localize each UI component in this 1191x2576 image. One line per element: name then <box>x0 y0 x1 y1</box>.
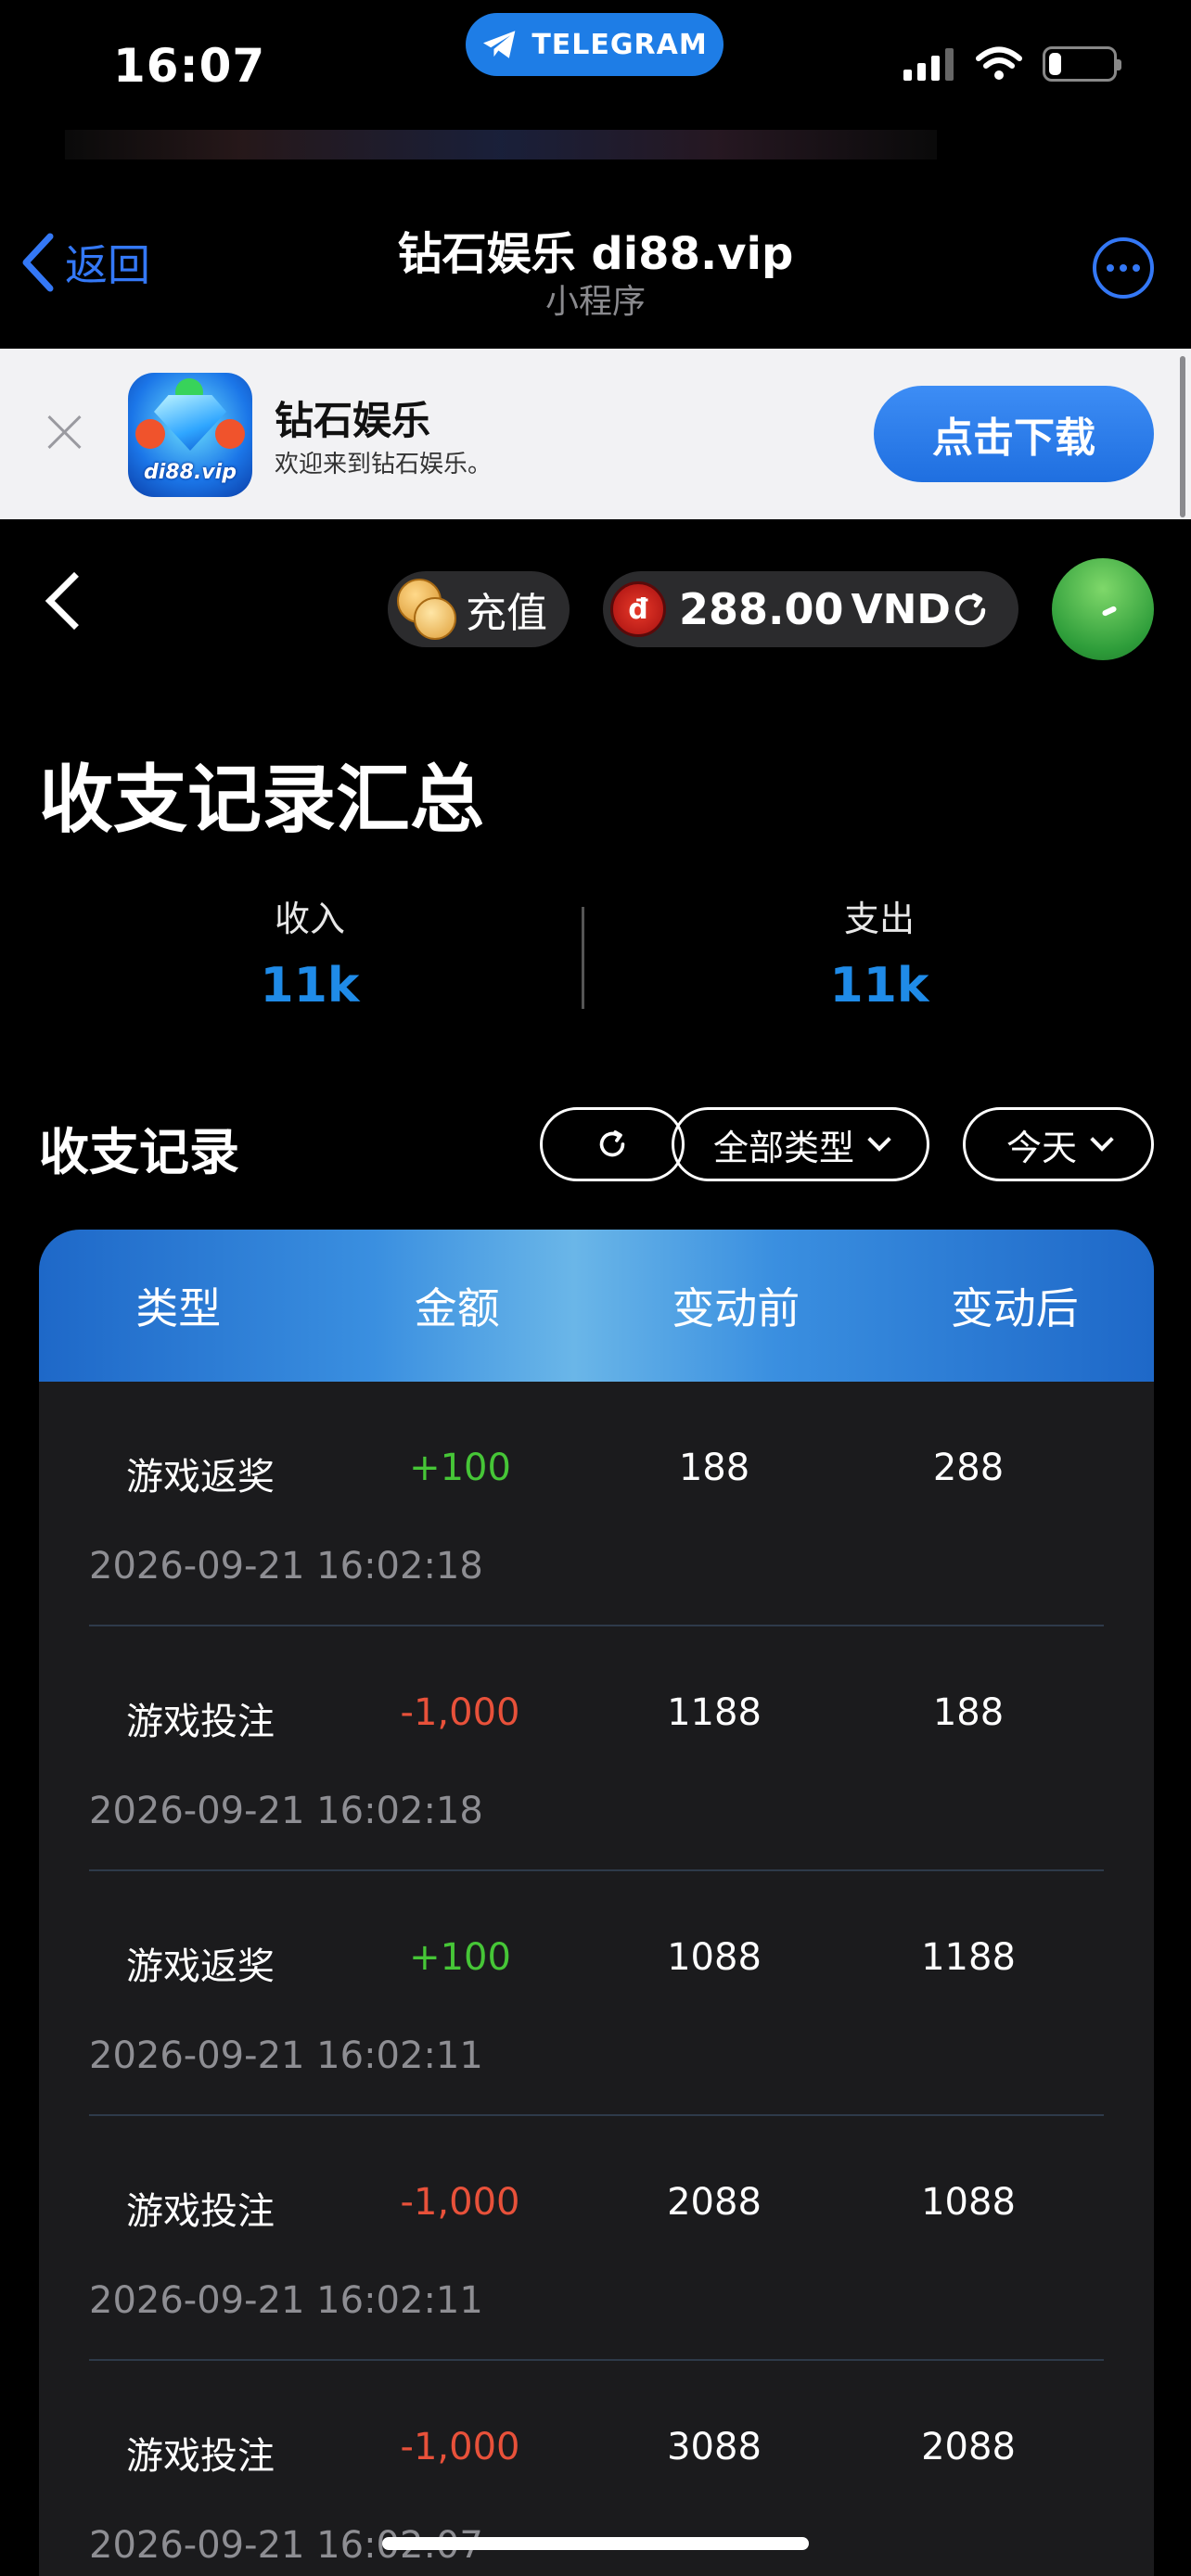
row-after: 2088 <box>921 2426 1016 2468</box>
row-amount: +100 <box>409 1936 511 1979</box>
records-table: 类型 金额 变动前 变动后 游戏返奖 +100 188 288 2026-09-21 1… <box>39 1230 1154 2576</box>
scrollbar <box>1180 356 1185 517</box>
row-amount: +100 <box>409 1447 511 1489</box>
summary-title: 收支记录汇总 <box>39 757 484 843</box>
column-header-before: 变动前 <box>672 1283 800 1333</box>
records-title: 收支记录 <box>39 1123 239 1181</box>
battery-icon <box>1043 46 1121 82</box>
app-logo-icon: di88.vip <box>128 373 252 497</box>
avatar[interactable] <box>1052 558 1154 660</box>
banner-app-name: 钻石娱乐 <box>275 398 431 443</box>
row-before: 2088 <box>667 2181 762 2224</box>
row-time: 2026-09-21 16:02:11 <box>89 2034 483 2077</box>
date-filter-dropdown[interactable]: 今天 <box>963 1107 1154 1181</box>
banner-description: 欢迎来到钻石娱乐。 <box>275 451 493 478</box>
refresh-balance-icon[interactable] <box>950 590 991 631</box>
type-filter-dropdown[interactable]: 全部类型 <box>672 1107 929 1181</box>
table-row[interactable]: 游戏返奖 +100 1088 1188 2026-09-21 16:02:11 <box>89 1871 1104 2116</box>
expense-label: 支出 <box>843 899 915 939</box>
telegram-label: TELEGRAM <box>531 28 708 61</box>
page-title-bar: 钻石娱乐 di88.vip <box>397 228 794 280</box>
chevron-down-icon <box>867 1128 891 1152</box>
expense-value: 11k <box>829 958 929 1014</box>
back-arrow-icon[interactable] <box>45 571 104 631</box>
app-header: 充值 đ 288.00 VND <box>0 519 1191 695</box>
row-amount: -1,000 <box>400 2181 520 2224</box>
download-banner: di88.vip 钻石娱乐 欢迎来到钻石娱乐。 点击下载 <box>0 349 1191 519</box>
row-amount: -1,000 <box>400 2426 520 2468</box>
row-time: 2026-09-21 16:02:18 <box>89 1790 483 1832</box>
telegram-icon <box>483 31 516 58</box>
refresh-records-button[interactable] <box>540 1107 685 1181</box>
row-type: 游戏投注 <box>126 2190 275 2233</box>
income-label: 收入 <box>274 899 345 939</box>
balance-currency: VND <box>851 585 951 633</box>
row-after: 1188 <box>921 1936 1016 1979</box>
expense-summary: 支出 11k <box>694 890 1065 1014</box>
download-button[interactable]: 点击下载 <box>874 386 1154 482</box>
column-header-after: 变动后 <box>950 1283 1079 1333</box>
background-strip <box>65 130 937 159</box>
row-amount: -1,000 <box>400 1691 520 1734</box>
row-before: 188 <box>678 1447 750 1489</box>
recharge-label: 充值 <box>466 590 547 637</box>
table-header: 类型 金额 变动前 变动后 <box>39 1230 1154 1382</box>
dong-currency-icon: đ <box>610 581 666 637</box>
wifi-icon <box>976 46 1022 80</box>
app-logo-text: di88.vip <box>144 461 237 484</box>
row-type: 游戏投注 <box>126 2435 275 2478</box>
column-header-amount: 金额 <box>414 1283 500 1333</box>
column-header-type: 类型 <box>135 1283 222 1333</box>
date-filter-label: 今天 <box>1005 1129 1077 1168</box>
row-before: 3088 <box>667 2426 762 2468</box>
row-time: 2026-09-21 16:02:11 <box>89 2279 483 2322</box>
dot-icon <box>1107 264 1114 272</box>
row-type: 游戏返奖 <box>126 1945 275 1988</box>
status-time: 16:07 <box>113 39 266 93</box>
table-body: 游戏返奖 +100 188 288 2026-09-21 16:02:18 游戏投注 -1,… <box>39 1382 1154 2576</box>
row-before: 1088 <box>667 1936 762 1979</box>
balance-amount: 288.00 <box>679 584 844 634</box>
row-after: 288 <box>932 1447 1005 1489</box>
row-before: 1188 <box>667 1691 762 1734</box>
close-icon[interactable] <box>43 410 87 454</box>
table-row[interactable]: 游戏投注 -1,000 2088 1088 2026-09-21 16:02:11 <box>89 2116 1104 2361</box>
more-options-button[interactable] <box>1093 237 1154 299</box>
summary-panel: 收入 11k 支出 11k <box>0 881 1191 1014</box>
dot-icon <box>1133 264 1140 272</box>
table-row[interactable]: 游戏投注 -1,000 1188 188 2026-09-21 16:02:18 <box>89 1626 1104 1871</box>
status-bar: 16:07 TELEGRAM <box>0 0 1191 130</box>
status-icons <box>903 46 1121 82</box>
row-after: 1088 <box>921 2181 1016 2224</box>
chevron-down-icon <box>1090 1128 1114 1152</box>
home-indicator[interactable] <box>382 2537 809 2550</box>
summary-divider <box>582 907 584 1009</box>
row-after: 188 <box>932 1691 1005 1734</box>
mini-program-navbar: 返回 钻石娱乐 di88.vip 小程序 <box>0 185 1191 349</box>
table-row[interactable]: 游戏返奖 +100 188 288 2026-09-21 16:02:18 <box>89 1382 1104 1626</box>
type-filter-label: 全部类型 <box>712 1129 854 1168</box>
page-subtitle: 小程序 <box>544 283 646 321</box>
dot-icon <box>1120 264 1127 272</box>
telegram-pill[interactable]: TELEGRAM <box>466 13 724 76</box>
income-value: 11k <box>260 958 360 1014</box>
row-type: 游戏投注 <box>126 1701 275 1743</box>
balance-display: đ 288.00 VND <box>603 571 1018 647</box>
row-type: 游戏返奖 <box>126 1456 275 1498</box>
signal-icon <box>903 48 954 81</box>
row-time: 2026-09-21 16:02:18 <box>89 1545 483 1588</box>
refresh-icon <box>599 1130 625 1157</box>
income-summary: 收入 11k <box>124 890 495 1014</box>
recharge-button[interactable]: 充值 <box>388 571 570 647</box>
coin-icon <box>393 577 458 642</box>
